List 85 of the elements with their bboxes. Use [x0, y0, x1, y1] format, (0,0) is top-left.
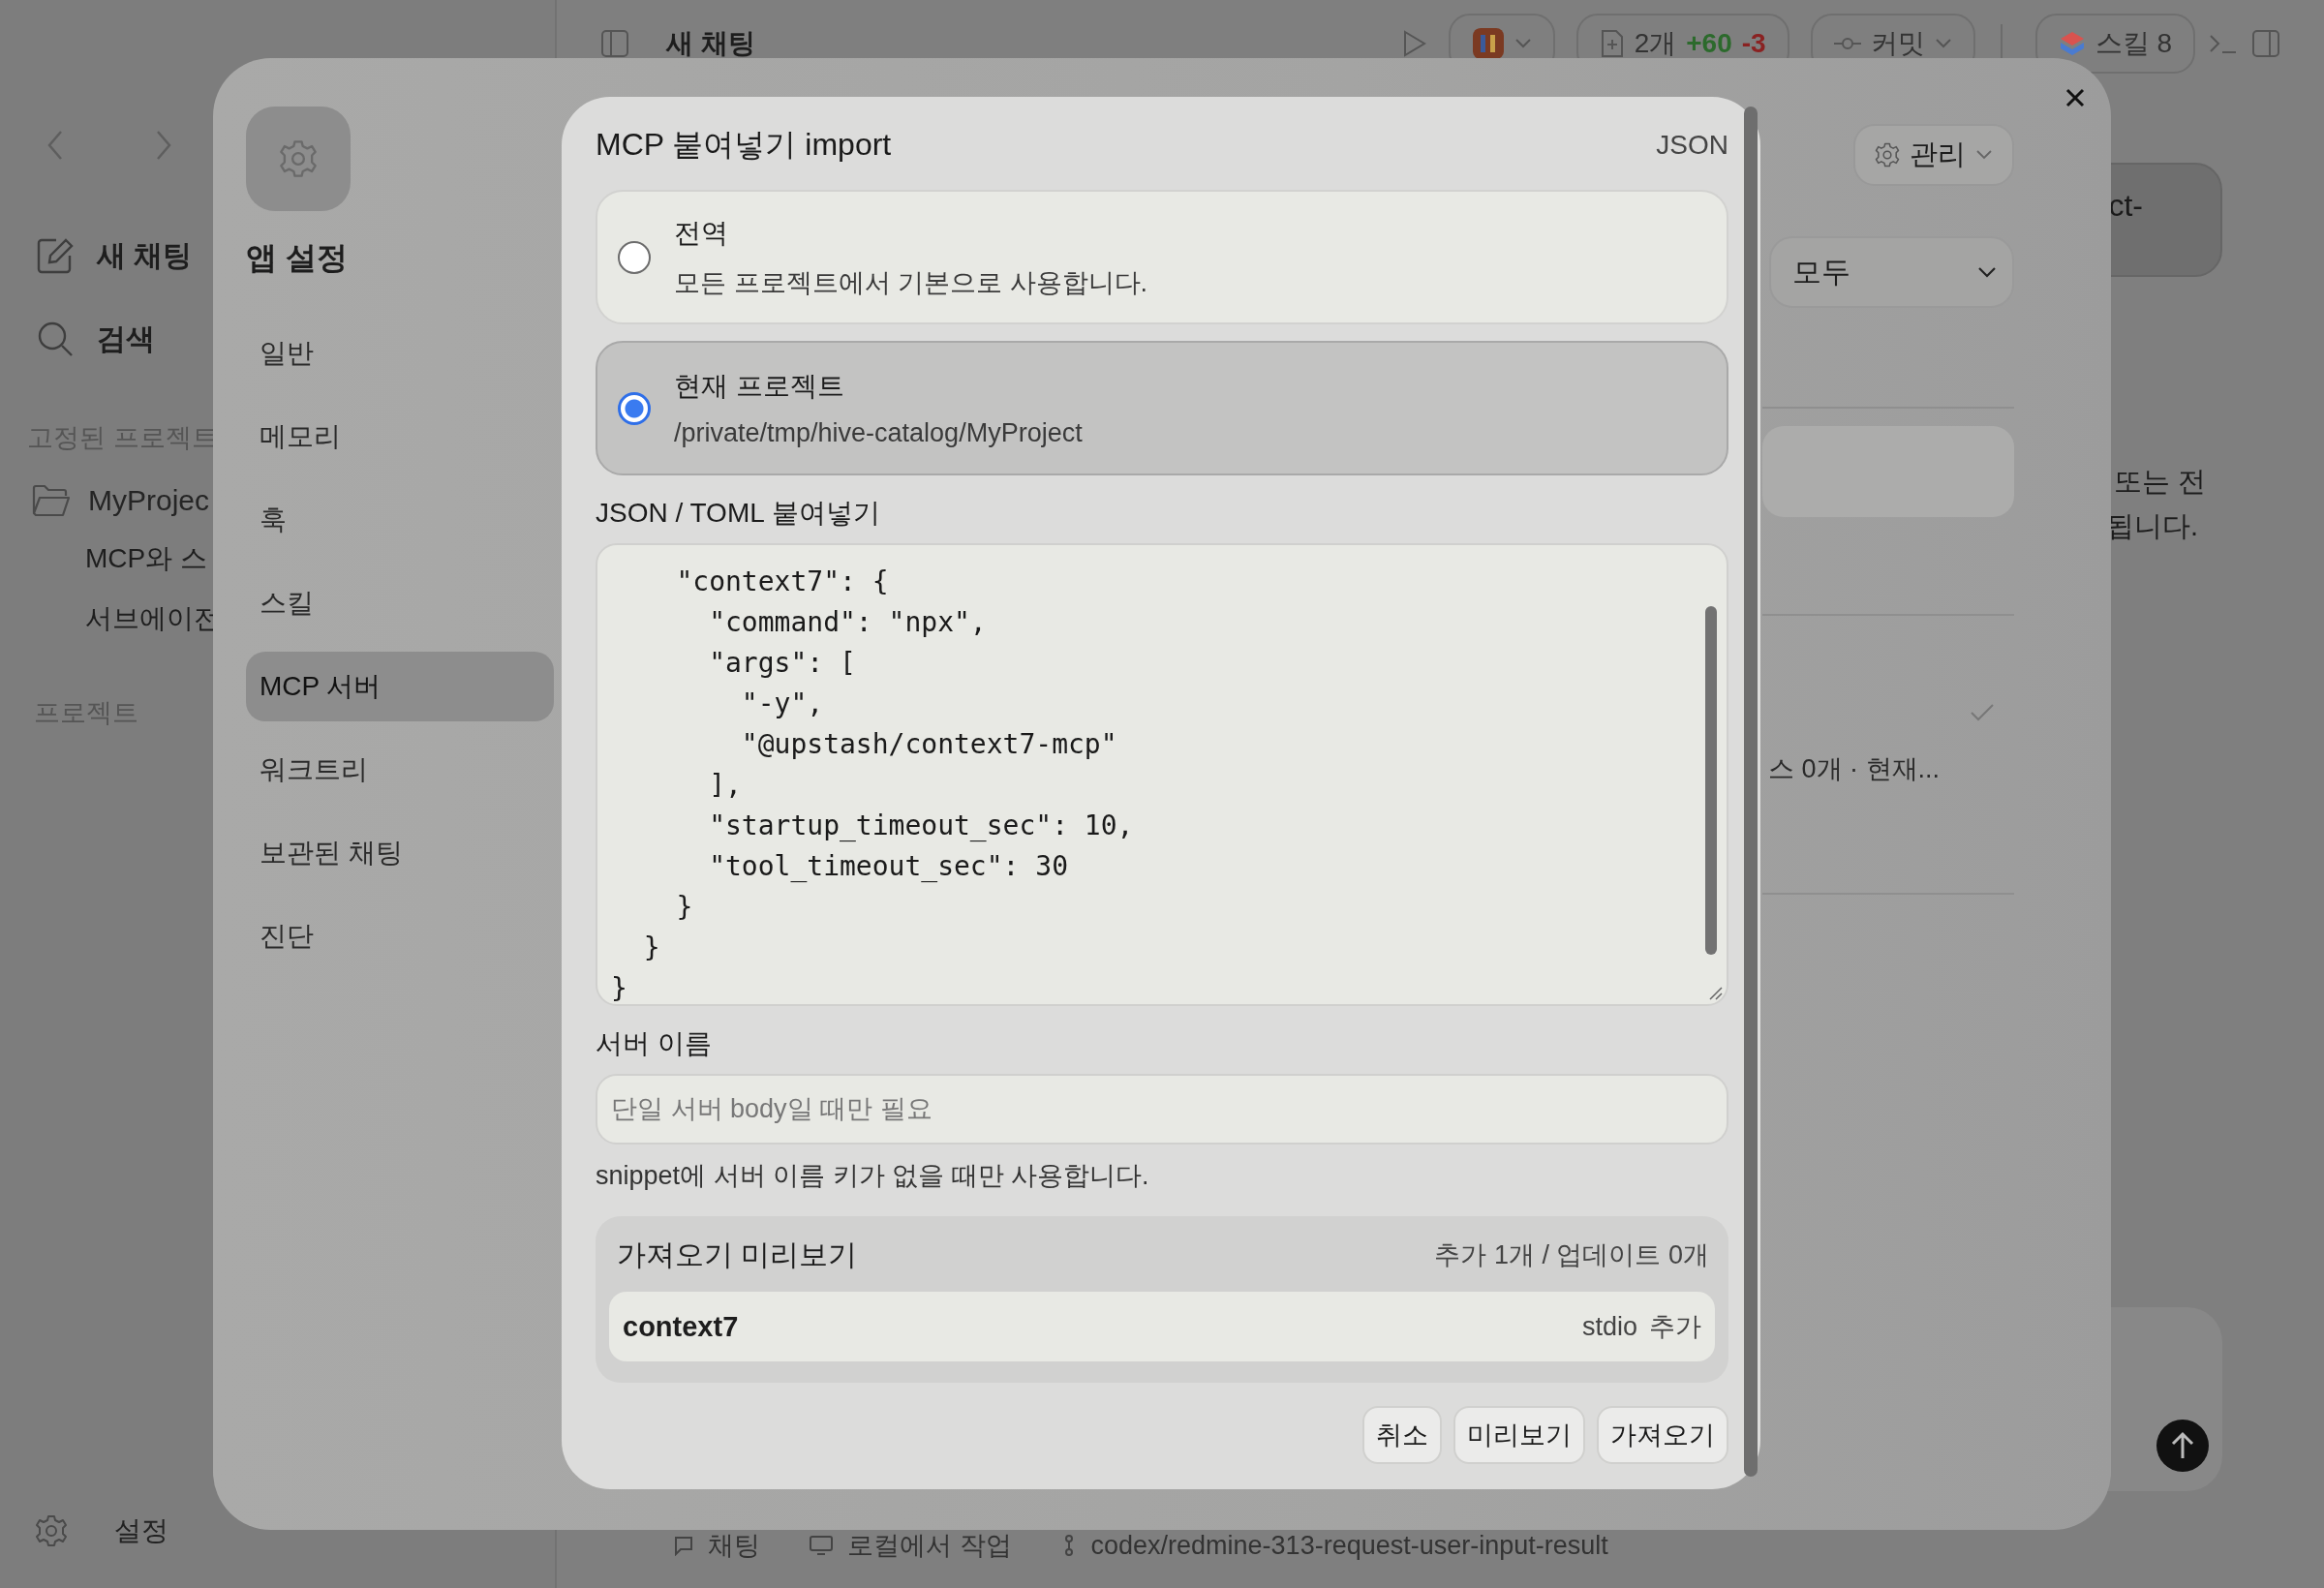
- field-label: 서버 이름: [596, 1027, 713, 1060]
- monitor-icon: [809, 1535, 834, 1556]
- mode-dropdown[interactable]: 채팅: [673, 1528, 760, 1563]
- code-line: "command": "npx",: [708, 605, 987, 640]
- server-transport: stdio: [1581, 1311, 1637, 1342]
- scope-label: 현재 프로젝트: [674, 370, 845, 403]
- skills-icon: [2058, 30, 2086, 57]
- snippet-field[interactable]: "context7": { "command": "npx", "args": [ "-y", "@upstash/context7-mcp" ], "startup_timeout_sec": 10, "tool_timeout_sec": 30 } } }: [596, 543, 1728, 1006]
- scope-option[interactable]: 현재 프로젝트 /private/tmp/hive-catalog/MyProject: [596, 341, 1728, 475]
- manage-button[interactable]: 관리: [1853, 124, 2014, 186]
- app-icon: [1471, 27, 1505, 60]
- nav-item[interactable]: 보관된 채팅: [246, 818, 554, 888]
- dialog-title: MCP 붙여넣기 import: [596, 126, 892, 164]
- nav-item[interactable]: 스킬: [246, 568, 554, 638]
- help-text: snippet에 서버 이름 키가 없을 때만 사용합니다.: [596, 1160, 1150, 1192]
- compose-icon: [37, 237, 74, 274]
- sidebar-item[interactable]: 검색: [37, 318, 155, 360]
- preview-summary: 추가 1개 / 업데이트 0개: [1434, 1239, 1709, 1271]
- message-text: ct-: [2108, 188, 2143, 225]
- code-line: }: [611, 971, 627, 1006]
- panel-toggle-icon[interactable]: [2251, 29, 2280, 58]
- code-line: }: [642, 931, 660, 965]
- server-summary: 스 0개 · 현재...: [1767, 753, 1942, 785]
- code-line: "startup_timeout_sec": 10,: [708, 809, 1134, 843]
- server-name-field[interactable]: 단일 서버 body일 때만 필요: [596, 1074, 1728, 1145]
- chevron-icon: [1975, 149, 1993, 161]
- code-line: "@upstash/context7-mcp": [740, 727, 1117, 762]
- chat-icon: [673, 1535, 694, 1556]
- chat-item[interactable]: MCP와 스: [85, 540, 207, 577]
- code-line: }: [675, 890, 693, 925]
- nav-item[interactable]: 메모리: [246, 402, 554, 472]
- chat-title: 새 채팅: [666, 27, 755, 60]
- nav-item[interactable]: 진단: [246, 901, 554, 971]
- dialog-button[interactable]: 취소: [1362, 1406, 1442, 1464]
- note-text: 또는 전: [2114, 465, 2208, 499]
- dialog-button[interactable]: 미리보기: [1453, 1406, 1585, 1464]
- note-text: 됩니다.: [2106, 509, 2200, 543]
- folder-icon: [32, 484, 71, 517]
- scope-description: /private/tmp/hive-catalog/MyProject: [674, 418, 1083, 448]
- server-name: context7: [623, 1310, 740, 1343]
- branch-dropdown[interactable]: codex/redmine-313-request-user-input-result: [1059, 1530, 1608, 1561]
- scrollbar[interactable]: [1744, 107, 1758, 1477]
- code-line: "args": [: [708, 646, 856, 681]
- location-dropdown[interactable]: 로컬에서 작업: [809, 1528, 1012, 1563]
- scope-description: 모든 프로젝트에서 기본으로 사용합니다.: [674, 266, 1147, 299]
- settings-icon: [279, 139, 318, 178]
- radio-button[interactable]: [618, 240, 651, 274]
- server-action: 추가: [1649, 1311, 1701, 1343]
- scope-option[interactable]: 전역 모든 프로젝트에서 기본으로 사용합니다.: [596, 190, 1728, 324]
- radio-button[interactable]: [618, 391, 651, 425]
- nav-item[interactable]: MCP 서버: [246, 652, 554, 721]
- send-button[interactable]: [2156, 1420, 2209, 1472]
- code-line: "tool_timeout_sec": 30: [708, 849, 1068, 884]
- scope-label: 전역: [674, 216, 729, 250]
- settings-icon: [1875, 142, 1900, 168]
- project-item[interactable]: MyProjec: [32, 484, 210, 517]
- chevron-icon: [1977, 265, 1997, 279]
- play-icon[interactable]: [1401, 30, 1427, 57]
- chevron-icon: [1934, 38, 1952, 49]
- format-label: JSON: [1656, 130, 1728, 161]
- preview-title: 가져오기 미리보기: [617, 1237, 858, 1272]
- field-label: JSON / TOML 붙여넣기: [596, 497, 881, 530]
- scrollbar[interactable]: [1705, 606, 1717, 955]
- code-line: "context7": {: [675, 565, 889, 599]
- code-line: "-y",: [740, 687, 824, 721]
- check-icon: [1970, 703, 1995, 722]
- nav-item[interactable]: 일반: [246, 319, 554, 388]
- nav-item[interactable]: 워크트리: [246, 735, 554, 805]
- code-line: ],: [708, 768, 742, 803]
- sidebar-toggle-icon[interactable]: [600, 29, 629, 58]
- nav-item[interactable]: 훅: [246, 485, 554, 555]
- back-icon[interactable]: [46, 130, 65, 161]
- close-icon[interactable]: [2065, 88, 2085, 107]
- settings-item[interactable]: 설정: [35, 1512, 168, 1549]
- scope-select[interactable]: 모두: [1769, 236, 2014, 308]
- resize-handle-icon[interactable]: [1707, 985, 1723, 1000]
- search-icon: [37, 321, 74, 357]
- chevron-icon: [1514, 38, 1532, 49]
- settings-icon: [35, 1514, 68, 1547]
- sidebar-item[interactable]: 새 채팅: [37, 234, 193, 277]
- dialog-button[interactable]: 가져오기: [1597, 1406, 1728, 1464]
- forward-icon[interactable]: [154, 130, 173, 161]
- settings-title: 앱 설정: [246, 239, 349, 277]
- file-plus-icon: [1599, 29, 1625, 58]
- terminal-icon[interactable]: [2209, 32, 2238, 55]
